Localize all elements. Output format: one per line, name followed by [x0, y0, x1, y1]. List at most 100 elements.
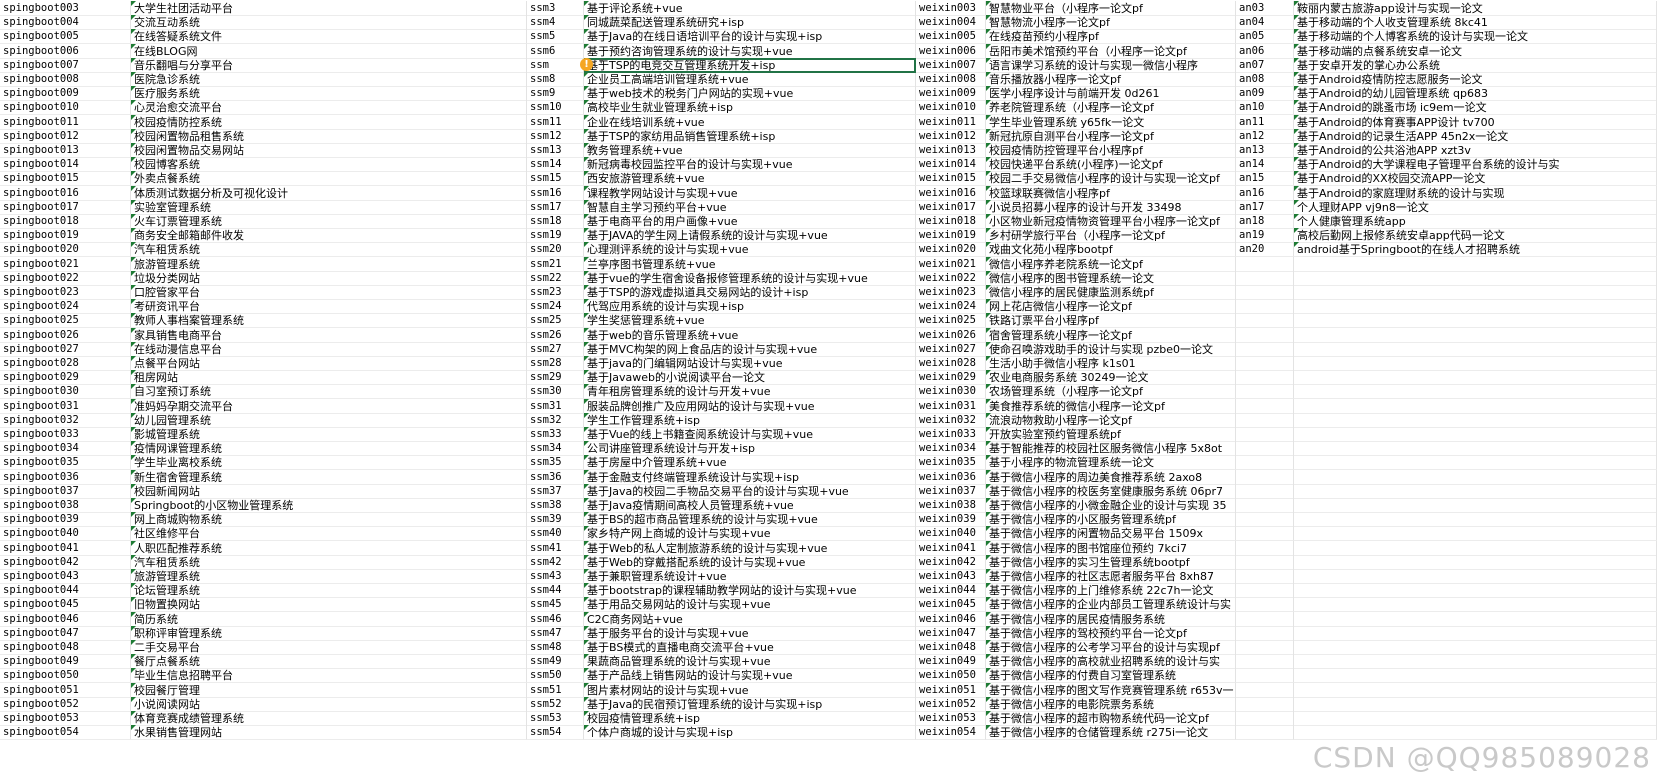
cell-title-android[interactable]: [1294, 711, 1657, 726]
cell-title-springboot[interactable]: 旅游管理系统: [131, 256, 527, 272]
cell-title-ssm[interactable]: 图片素材网站的设计与实现+vue: [584, 682, 916, 698]
cell-title-android[interactable]: [1294, 682, 1657, 698]
cell-id-ssm[interactable]: ssm43: [527, 569, 584, 584]
cell-title-ssm[interactable]: 兰亭序图书管理系统+vue: [584, 256, 916, 272]
cell-title-weixin[interactable]: 基于微信小程序的付费自习室管理系统: [986, 668, 1236, 684]
cell-id-weixin[interactable]: weixin041: [916, 540, 986, 556]
cell-id-android[interactable]: [1236, 455, 1294, 471]
cell-title-weixin[interactable]: 智慧物业平台（小程序一论文pf: [986, 1, 1236, 16]
cell-title-android[interactable]: [1294, 384, 1657, 400]
cell-id-ssm[interactable]: ssm28: [527, 356, 584, 371]
cell-title-springboot[interactable]: 网上商城购物系统: [131, 512, 527, 528]
cell-id-ssm[interactable]: ssm18: [527, 214, 584, 229]
cell-title-weixin[interactable]: 校园二手交易微信小程序的设计与实现一论文pf: [986, 171, 1236, 187]
cell-title-springboot[interactable]: 音乐翻唱与分享平台: [131, 57, 527, 73]
cell-title-weixin[interactable]: 宿舍管理系统小程序一论文pf: [986, 327, 1236, 343]
cell-title-ssm[interactable]: 家乡特产网上商城的设计与实现+vue: [584, 526, 916, 542]
cell-id-android[interactable]: an16: [1236, 185, 1294, 201]
cell-id-android[interactable]: [1236, 625, 1294, 641]
cell-title-weixin[interactable]: 农场管理系统（小程序一论文pf: [986, 384, 1236, 400]
cell-title-android[interactable]: [1294, 640, 1657, 655]
cell-id-android[interactable]: [1236, 483, 1294, 499]
cell-id-weixin[interactable]: weixin048: [916, 640, 986, 655]
cell-title-weixin[interactable]: 基于微信小程序的电影院票务系统: [986, 696, 1236, 712]
cell-title-weixin[interactable]: 基于微信小程序的周边美食推荐系统 2axo8: [986, 469, 1236, 485]
cell-id-ssm[interactable]: ssm13: [527, 143, 584, 158]
cell-id-android[interactable]: [1236, 540, 1294, 556]
cell-id-weixin[interactable]: weixin016: [916, 185, 986, 201]
cell-id-ssm[interactable]: ssm44: [527, 583, 584, 599]
cell-id-android[interactable]: [1236, 285, 1294, 300]
cell-title-android[interactable]: [1294, 285, 1657, 300]
cell-title-ssm[interactable]: 基于JAVA的学生网上请假系统的设计与实现+vue: [584, 228, 916, 244]
cell-id-ssm[interactable]: ssm23: [527, 285, 584, 300]
cell-title-springboot[interactable]: 火车订票管理系统: [131, 214, 527, 229]
cell-title-android[interactable]: 基于Android的跳蚤市场 ic9em一论文: [1294, 100, 1657, 116]
cell-title-weixin[interactable]: 校篮球联赛微信小程序pf: [986, 185, 1236, 201]
cell-title-weixin[interactable]: 基于微信小程序的实习生管理系统bootpf: [986, 554, 1236, 570]
cell-title-android[interactable]: [1294, 356, 1657, 371]
cell-id-ssm[interactable]: ssm49: [527, 654, 584, 670]
cell-id-springboot[interactable]: spingboot037: [0, 483, 131, 499]
cell-title-ssm[interactable]: 基于服务平台的设计与实现+vue: [584, 625, 916, 641]
cell-title-springboot[interactable]: 影城管理系统: [131, 427, 527, 442]
cell-title-weixin[interactable]: 养老院管理系统（小程序一论文pf: [986, 100, 1236, 116]
cell-title-ssm[interactable]: 高校毕业生就业管理系统+isp: [584, 100, 916, 116]
cell-title-springboot[interactable]: 简历系统: [131, 611, 527, 627]
cell-id-springboot[interactable]: spingboot018: [0, 214, 131, 229]
cell-id-ssm[interactable]: ssm31: [527, 398, 584, 414]
cell-id-android[interactable]: an18: [1236, 214, 1294, 229]
cell-title-springboot[interactable]: 新生宿舍管理系统: [131, 469, 527, 485]
chevron-down-icon[interactable]: ▾: [599, 57, 604, 67]
cell-title-ssm[interactable]: 基于电商平台的用户画像+vue: [584, 214, 916, 229]
cell-title-springboot[interactable]: 教师人事档案管理系统: [131, 313, 527, 329]
cell-id-ssm[interactable]: ssm19: [527, 228, 584, 244]
cell-id-ssm[interactable]: ssm14: [527, 157, 584, 173]
cell-id-weixin[interactable]: weixin037: [916, 483, 986, 499]
cell-title-weixin[interactable]: 微信小程序的居民健康监测系统pf: [986, 285, 1236, 300]
cell-id-ssm[interactable]: ssm22: [527, 270, 584, 286]
cell-title-weixin[interactable]: 语言课学习系统的设计与实现一微信小程序: [986, 57, 1236, 73]
cell-id-weixin[interactable]: weixin015: [916, 171, 986, 187]
cell-id-android[interactable]: [1236, 554, 1294, 570]
cell-title-ssm[interactable]: 基于金融支付终端管理系统设计与实现+isp: [584, 469, 916, 485]
cell-id-android[interactable]: an12: [1236, 128, 1294, 144]
cell-id-weixin[interactable]: weixin047: [916, 625, 986, 641]
cell-id-weixin[interactable]: weixin014: [916, 157, 986, 173]
cell-title-android[interactable]: 基于移动端的个人博客系统的设计与实现一论文: [1294, 29, 1657, 45]
cell-id-springboot[interactable]: spingboot039: [0, 512, 131, 528]
cell-id-ssm[interactable]: ssm15: [527, 171, 584, 187]
cell-id-android[interactable]: [1236, 299, 1294, 315]
cell-title-ssm[interactable]: 基于评论系统+vue: [584, 1, 916, 16]
cell-id-ssm[interactable]: ssm48: [527, 640, 584, 655]
cell-id-springboot[interactable]: spingboot024: [0, 299, 131, 315]
cell-id-android[interactable]: [1236, 256, 1294, 272]
cell-title-android[interactable]: [1294, 313, 1657, 329]
cell-title-weixin[interactable]: 基于微信小程序的小微金融企业的设计与实现 35: [986, 498, 1236, 513]
cell-title-weixin[interactable]: 基于微信小程序的校医务室健康服务系统 06pr7: [986, 483, 1236, 499]
cell-id-ssm[interactable]: ssm41: [527, 540, 584, 556]
cell-title-ssm[interactable]: 基于java的门编辑网站设计与实现+vue: [584, 356, 916, 371]
cell-id-springboot[interactable]: spingboot007: [0, 57, 131, 73]
cell-id-springboot[interactable]: spingboot020: [0, 242, 131, 258]
cell-title-android[interactable]: [1294, 412, 1657, 428]
cell-id-weixin[interactable]: weixin034: [916, 441, 986, 457]
cell-id-springboot[interactable]: spingboot036: [0, 469, 131, 485]
cell-title-ssm[interactable]: 西安旅游管理系统+vue: [584, 171, 916, 187]
cell-title-ssm[interactable]: 基于房屋中介管理系统+vue: [584, 455, 916, 471]
cell-title-android[interactable]: 基于安卓开发的掌心办公系统: [1294, 57, 1657, 73]
cell-id-springboot[interactable]: spingboot042: [0, 554, 131, 570]
cell-id-springboot[interactable]: spingboot003: [0, 1, 131, 16]
cell-id-ssm[interactable]: ssm32: [527, 412, 584, 428]
cell-id-android[interactable]: [1236, 412, 1294, 428]
cell-title-weixin[interactable]: 微信小程序养老院系统一论文pf: [986, 256, 1236, 272]
cell-title-android[interactable]: [1294, 270, 1657, 286]
cell-id-ssm[interactable]: ssm8: [527, 72, 584, 87]
cell-id-springboot[interactable]: spingboot021: [0, 256, 131, 272]
cell-id-android[interactable]: an08: [1236, 72, 1294, 87]
cell-id-ssm[interactable]: ssm24: [527, 299, 584, 315]
cell-id-ssm[interactable]: ssm21: [527, 256, 584, 272]
cell-id-android[interactable]: [1236, 398, 1294, 414]
cell-id-weixin[interactable]: weixin012: [916, 128, 986, 144]
cell-id-ssm[interactable]: ssm6: [527, 43, 584, 59]
